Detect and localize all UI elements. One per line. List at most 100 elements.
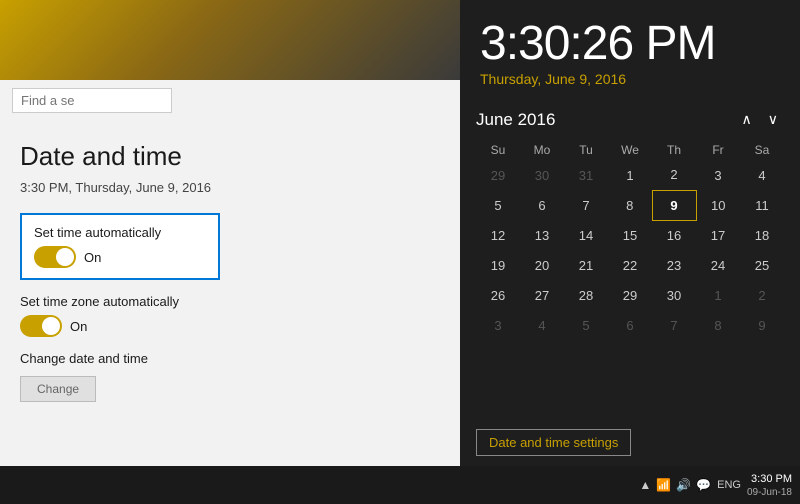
calendar-cell[interactable]: 3 [476,310,520,340]
calendar-prev-button[interactable]: ∧ [736,109,758,130]
calendar-cell[interactable]: 30 [652,280,696,310]
taskbar-icons: ▲ 📶 🔊 💬 [639,478,711,492]
calendar-cell[interactable]: 3 [696,160,740,190]
calendar-cell[interactable]: 22 [608,250,652,280]
calendar-weekday-header: Mo [520,140,564,160]
calendar-cell[interactable]: 21 [564,250,608,280]
calendar-cell[interactable]: 29 [608,280,652,310]
calendar-cell[interactable]: 18 [740,220,784,250]
calendar-row: 567891011 [476,190,784,220]
calendar-cell[interactable]: 8 [608,190,652,220]
set-timezone-value: On [70,319,87,334]
calendar-cell[interactable]: 31 [564,160,608,190]
calendar-cell[interactable]: 30 [520,160,564,190]
taskbar-volume-icon[interactable]: 🔊 [676,478,691,492]
calendar-next-button[interactable]: ∨ [762,109,784,130]
calendar-cell[interactable]: 12 [476,220,520,250]
taskbar: ▲ 📶 🔊 💬 ENG 3:30 PM 09-Jun-18 [0,466,800,504]
calendar-cell[interactable]: 4 [740,160,784,190]
taskbar-date: 09-Jun-18 [747,487,792,498]
calendar-cell[interactable]: 15 [608,220,652,250]
clock-time: 3:30:26 PM [480,16,780,71]
calendar-cell[interactable]: 16 [652,220,696,250]
calendar-header: June 2016 ∧ ∨ [476,109,784,130]
settings-header-image [0,0,460,80]
calendar-weekday-header: We [608,140,652,160]
calendar-row: 19202122232425 [476,250,784,280]
calendar-cell[interactable]: 14 [564,220,608,250]
clock-display: 3:30:26 PM Thursday, June 9, 2016 [460,0,800,101]
calendar-weekday-header: Su [476,140,520,160]
settings-content: Date and time 3:30 PM, Thursday, June 9,… [0,121,460,466]
set-timezone-toggle-row: On [20,315,440,337]
set-time-auto-toggle-row: On [34,246,206,268]
calendar-row: 3456789 [476,310,784,340]
calendar-cell[interactable]: 20 [520,250,564,280]
calendar-cell[interactable]: 11 [740,190,784,220]
taskbar-time: 3:30 PM [747,472,792,486]
taskbar-time-display: 3:30 PM 09-Jun-18 [747,472,792,497]
calendar-cell[interactable]: 1 [696,280,740,310]
set-time-auto-toggle[interactable] [34,246,76,268]
calendar-weekday-header: Fr [696,140,740,160]
calendar-row: 2930311234 [476,160,784,190]
calendar-panel: 3:30:26 PM Thursday, June 9, 2016 June 2… [460,0,800,466]
calendar-cell[interactable]: 10 [696,190,740,220]
calendar-cell[interactable]: 5 [564,310,608,340]
calendar-cell[interactable]: 29 [476,160,520,190]
calendar-body: 2930311234567891011121314151617181920212… [476,160,784,340]
calendar-weekday-header: Th [652,140,696,160]
calendar-cell[interactable]: 9 [740,310,784,340]
taskbar-language[interactable]: ENG [717,479,741,491]
calendar-cell[interactable]: 2 [652,160,696,190]
calendar-cell[interactable]: 28 [564,280,608,310]
calendar-cell[interactable]: 24 [696,250,740,280]
calendar-cell[interactable]: 23 [652,250,696,280]
change-button[interactable]: Change [20,376,96,402]
set-timezone-auto-section: Set time zone automatically On [20,294,440,337]
calendar-weekday-header: Sa [740,140,784,160]
calendar-cell[interactable]: 8 [696,310,740,340]
set-timezone-auto-label: Set time zone automatically [20,294,440,309]
settings-search-bar [0,80,460,121]
date-time-settings-link[interactable]: Date and time settings [476,429,631,456]
calendar-cell[interactable]: 1 [608,160,652,190]
calendar-cell[interactable]: 13 [520,220,564,250]
calendar-nav: ∧ ∨ [736,109,785,130]
settings-current-time: 3:30 PM, Thursday, June 9, 2016 [20,180,440,195]
set-time-auto-value: On [84,250,101,265]
clock-date: Thursday, June 9, 2016 [480,71,780,87]
settings-search-input[interactable] [12,88,172,113]
change-date-time-section: Change date and time Change [20,351,440,402]
calendar-row: 262728293012 [476,280,784,310]
settings-panel: Date and time 3:30 PM, Thursday, June 9,… [0,0,460,466]
set-time-auto-label: Set time automatically [34,225,206,240]
calendar-cell[interactable]: 5 [476,190,520,220]
change-date-time-label: Change date and time [20,351,440,366]
calendar-cell[interactable]: 4 [520,310,564,340]
taskbar-network-icon[interactable]: 📶 [656,478,671,492]
taskbar-up-arrow-icon[interactable]: ▲ [639,478,651,492]
calendar-cell[interactable]: 9 [652,190,696,220]
calendar-cell[interactable]: 6 [608,310,652,340]
calendar-cell[interactable]: 7 [564,190,608,220]
calendar-cell[interactable]: 17 [696,220,740,250]
taskbar-message-icon[interactable]: 💬 [696,478,711,492]
calendar-cell[interactable]: 26 [476,280,520,310]
calendar-cell[interactable]: 19 [476,250,520,280]
calendar-grid: SuMoTuWeThFrSa 2930311234567891011121314… [476,140,784,340]
calendar-container: June 2016 ∧ ∨ SuMoTuWeThFrSa 29303112345… [460,101,800,421]
date-time-settings-bar: Date and time settings [460,421,800,466]
set-time-auto-box: Set time automatically On [20,213,220,280]
calendar-cell[interactable]: 7 [652,310,696,340]
calendar-row: 12131415161718 [476,220,784,250]
set-timezone-toggle[interactable] [20,315,62,337]
calendar-cell[interactable]: 2 [740,280,784,310]
settings-title: Date and time [20,141,440,172]
calendar-cell[interactable]: 27 [520,280,564,310]
calendar-weekdays-row: SuMoTuWeThFrSa [476,140,784,160]
calendar-cell[interactable]: 25 [740,250,784,280]
calendar-weekday-header: Tu [564,140,608,160]
calendar-cell[interactable]: 6 [520,190,564,220]
calendar-month-year: June 2016 [476,110,555,130]
